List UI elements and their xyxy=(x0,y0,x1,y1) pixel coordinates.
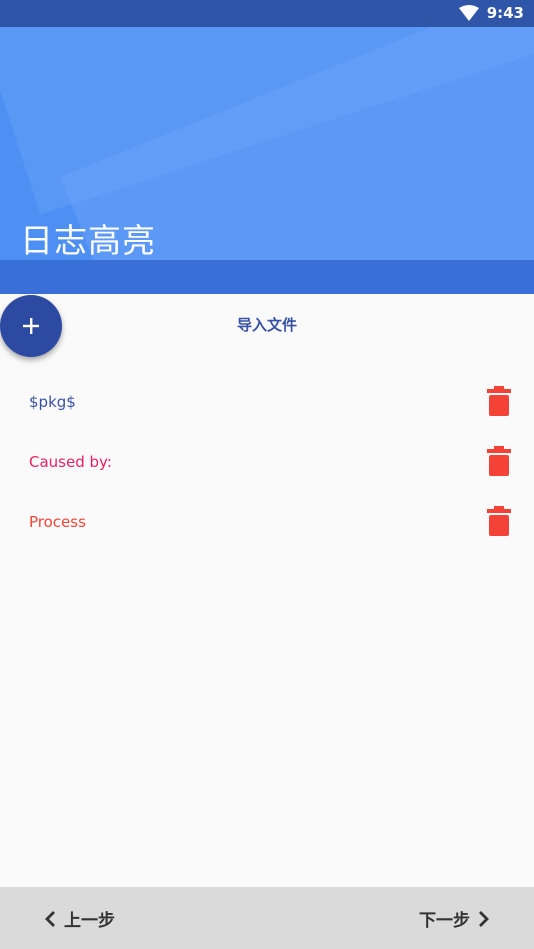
chevron-right-icon xyxy=(479,910,489,927)
trash-icon[interactable] xyxy=(487,506,511,536)
prev-step-button[interactable]: 上一步 xyxy=(44,906,115,931)
bottom-nav-bar: 上一步 下一步 xyxy=(0,887,534,949)
next-step-label: 下一步 xyxy=(419,911,470,931)
header-band xyxy=(0,260,534,294)
prev-step-label: 上一步 xyxy=(64,911,115,931)
status-bar: 9:43 xyxy=(0,0,534,27)
trash-icon[interactable] xyxy=(487,446,511,476)
rule-text: Caused by: xyxy=(29,453,112,471)
next-step-button[interactable]: 下一步 xyxy=(419,906,490,931)
trash-icon[interactable] xyxy=(487,386,511,416)
status-time: 9:43 xyxy=(486,4,524,22)
chevron-left-icon xyxy=(45,910,55,927)
import-file-button[interactable]: 导入文件 xyxy=(0,314,534,335)
status-right: 9:43 xyxy=(458,4,524,22)
rule-row[interactable]: $pkg$ xyxy=(0,372,534,432)
app-header: 日志高亮 xyxy=(0,27,534,294)
rule-text: $pkg$ xyxy=(29,393,76,411)
rule-text: Process xyxy=(29,513,86,531)
rule-row[interactable]: Process xyxy=(0,492,534,552)
rule-row[interactable]: Caused by: xyxy=(0,432,534,492)
wifi-icon xyxy=(458,5,479,21)
page-title: 日志高亮 xyxy=(20,221,156,260)
